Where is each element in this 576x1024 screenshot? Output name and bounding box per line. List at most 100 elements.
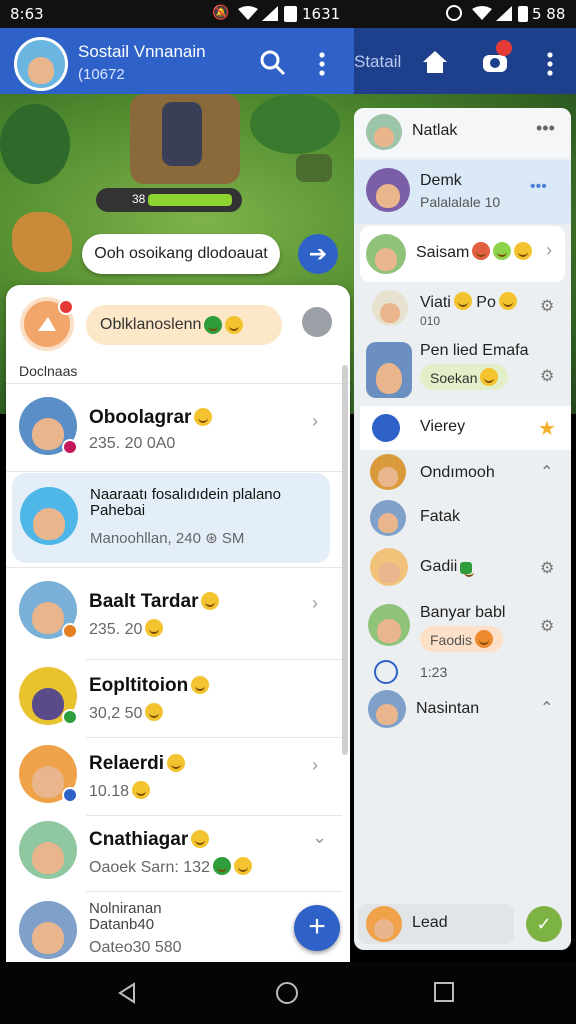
right-item-name: Saisam <box>416 242 533 262</box>
home-nav-icon[interactable] <box>276 982 298 1004</box>
smile-emoji-icon <box>225 316 244 334</box>
home-icon[interactable] <box>422 50 448 74</box>
chat-row[interactable]: Nolniranan Datanb40 Oateo30 580 <box>6 893 342 965</box>
right-item[interactable]: Vierey ★ <box>360 406 571 450</box>
battery-icon <box>284 6 297 22</box>
green-badge-icon <box>460 562 475 577</box>
divider <box>6 383 350 384</box>
emoji-icon <box>493 242 512 260</box>
chat-panel: Oblklanoslenn Doclnaas Oboolagrar 235. 2… <box>6 285 350 965</box>
right-item-name: Banyar babl <box>420 604 506 621</box>
chat-row-selected[interactable]: Naaraatı fosalıdıdein plalano Pahebai Ma… <box>12 473 330 563</box>
alarm-icon <box>446 5 462 21</box>
gear-icon[interactable]: ⚙ <box>540 616 554 636</box>
emoji-icon <box>475 630 494 648</box>
divider <box>86 815 342 816</box>
right-item[interactable]: Fatak <box>354 496 571 540</box>
right-item-selected[interactable]: Demk Palalalale 10 ••• <box>354 160 571 224</box>
divider <box>86 659 342 660</box>
status-chip-label: Oblklanoslenn <box>100 316 202 333</box>
chat-name: Relaerdi <box>89 753 185 775</box>
right-item[interactable]: Gadii ⚙ <box>354 544 571 592</box>
divider <box>86 891 342 892</box>
chat-row[interactable]: Oboolagrar 235. 20 0A0 › <box>6 385 342 471</box>
right-item[interactable]: Nasintan ⌃ <box>354 688 571 732</box>
chat-name: Naaraatı fosalıdıdein plalano Pahebai <box>90 486 281 519</box>
add-fab-button[interactable]: + <box>294 905 340 951</box>
right-item-name: Pen lied Emafa <box>420 342 529 359</box>
right-item-name: Vierey <box>420 418 466 435</box>
speech-bubble: Ooh osoikang dlodoauat <box>82 234 280 274</box>
right-item-sub: Palalalale 10 <box>420 194 501 210</box>
tree-decoration <box>0 104 70 184</box>
right-item[interactable]: Ondımooh ⌃ <box>354 452 571 496</box>
recents-icon[interactable] <box>434 982 454 1002</box>
profile-avatar[interactable] <box>14 37 68 91</box>
gear-icon[interactable]: ⚙ <box>540 366 554 386</box>
input-avatar <box>366 906 402 942</box>
status-chip[interactable]: Oblklanoslenn <box>86 305 282 345</box>
right-avatar <box>370 548 408 586</box>
compose-button[interactable] <box>20 297 74 351</box>
message-input[interactable]: Lead <box>358 904 514 944</box>
chat-row[interactable]: Baalt Tardar 235. 20 › <box>6 571 342 657</box>
wifi-icon-2 <box>472 6 492 21</box>
more-horizontal-icon[interactable]: ••• <box>536 118 555 139</box>
right-item-name: Demk <box>420 172 462 189</box>
green-emoji-icon <box>212 857 231 875</box>
right-item[interactable]: Natlak ••• <box>354 108 571 158</box>
info-icon <box>372 414 400 442</box>
send-arrow-icon[interactable]: ➔ <box>298 234 338 274</box>
chat-sub: 30,2 50 <box>89 703 164 723</box>
scrollbar[interactable] <box>342 365 348 755</box>
chat-row[interactable]: Cnathiagar Oaoek Sarn: 132 ⌄ <box>6 817 342 895</box>
right-item[interactable]: Saisam › <box>360 226 565 282</box>
right-item-name: Ondımooh <box>420 464 495 481</box>
back-icon[interactable] <box>116 982 138 1004</box>
right-avatar <box>372 290 408 326</box>
avatar-status-badge <box>62 623 78 639</box>
chevron-right-icon: › <box>312 411 318 431</box>
right-avatar <box>370 454 406 490</box>
right-time: 1:23 <box>420 664 448 680</box>
chat-avatar <box>19 821 77 879</box>
send-button[interactable]: ✓ <box>526 906 562 942</box>
wifi-icon <box>238 6 258 21</box>
more-vertical-icon[interactable] <box>318 52 326 76</box>
chevron-up-icon[interactable]: ⌃ <box>540 462 553 482</box>
divider <box>6 471 342 472</box>
right-avatar <box>366 234 406 274</box>
search-icon[interactable] <box>260 50 286 76</box>
right-chip[interactable]: Faodis <box>420 626 504 652</box>
chat-sub: Oaoek Sarn: 132 <box>89 857 252 877</box>
smile-emoji-icon <box>191 830 210 848</box>
right-chip[interactable]: Soekan <box>420 364 509 390</box>
right-item[interactable]: Banyar babl Faodis ⚙ <box>354 596 571 660</box>
right-header-title: Statail <box>354 52 402 71</box>
right-avatar <box>366 114 402 150</box>
gear-icon[interactable]: ⚙ <box>540 558 554 578</box>
smile-emoji-icon <box>166 754 185 772</box>
person-icon[interactable] <box>302 307 332 337</box>
right-header: Statail <box>354 28 576 94</box>
right-item[interactable]: Viati Po 010 ⚙ <box>354 284 571 340</box>
avatar-status-badge <box>62 709 78 725</box>
star-icon[interactable]: ★ <box>538 416 556 441</box>
gear-icon[interactable]: ⚙ <box>540 296 554 316</box>
chat-name: Baalt Tardar <box>89 591 220 613</box>
right-panel: Natlak ••• Demk Palalalale 10 ••• Saisam… <box>354 108 571 950</box>
more-vertical-icon-right[interactable] <box>546 52 554 76</box>
smile-emoji-icon <box>514 242 533 260</box>
right-item[interactable]: Pen lied Emafa Soekan ⚙ <box>354 340 571 402</box>
chat-row[interactable]: Eopltitoion 30,2 50 <box>6 661 342 739</box>
right-item-name: Fatak <box>420 508 461 525</box>
smile-emoji-icon <box>453 292 472 310</box>
chevron-up-icon[interactable]: ⌃ <box>540 698 553 718</box>
more-horizontal-icon[interactable]: ••• <box>530 178 547 196</box>
chat-name: Eopltitoion <box>89 675 210 697</box>
chat-sub: 235. 20 0A0 <box>89 435 176 452</box>
status-left-number: 1631 <box>302 5 341 23</box>
right-item-name: Viati Po <box>420 292 517 312</box>
smile-emoji-icon <box>145 619 164 637</box>
chat-row[interactable]: Relaerdi 10.18 › <box>6 739 342 817</box>
